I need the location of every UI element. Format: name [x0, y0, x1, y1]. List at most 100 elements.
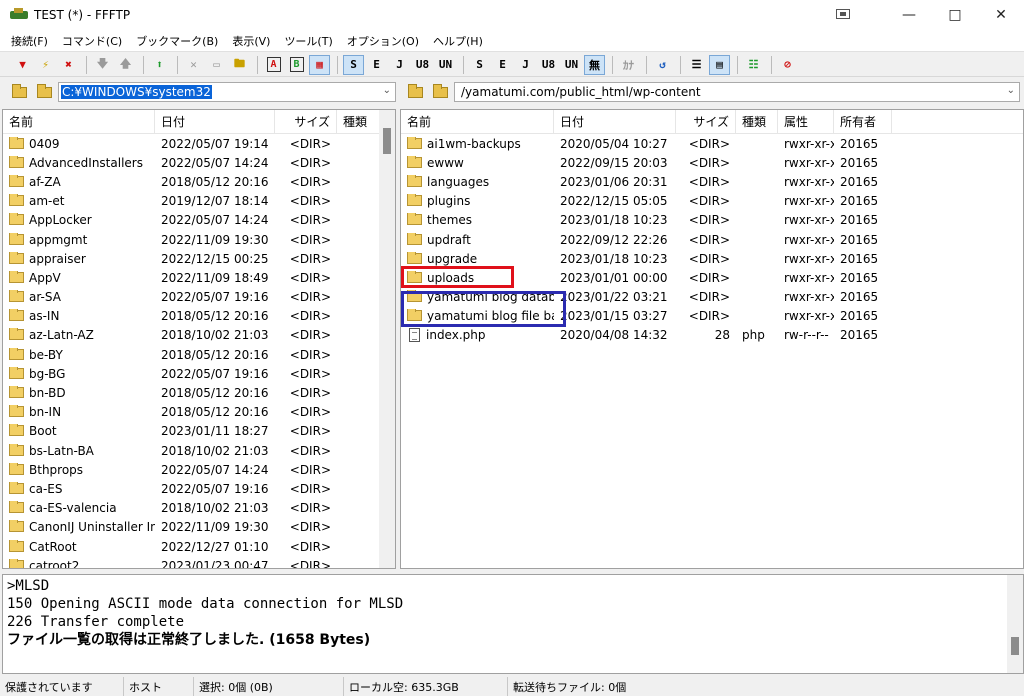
abort-button[interactable]: ⊘: [777, 55, 798, 75]
table-row[interactable]: ai1wm-backups 2020/05/04 10:27 <DIR> rwxr-x…: [401, 134, 1023, 153]
rename-button[interactable]: ▭: [206, 55, 227, 75]
table-row[interactable]: ca-ES-valencia 2018/10/02 21:03 <DIR>: [3, 499, 395, 518]
menu-command[interactable]: コマンド(C): [55, 33, 129, 49]
file-attr-cell: rwxr-xr-x: [784, 194, 834, 209]
host-sjis-button[interactable]: S: [343, 54, 364, 75]
detail-view-button[interactable]: ▤: [709, 54, 730, 75]
table-row[interactable]: plugins 2022/12/15 05:05 <DIR> rwxr-xr-x 201…: [401, 192, 1023, 211]
col-date[interactable]: 日付: [155, 110, 275, 133]
host-euc-button[interactable]: E: [366, 55, 387, 75]
jis-icon: J: [396, 58, 403, 71]
mirror-upload-button[interactable]: ⬆: [149, 55, 170, 75]
sync-button[interactable]: ☷: [743, 55, 764, 75]
disconnect-button[interactable]: ✖: [58, 55, 79, 75]
col-date[interactable]: 日付: [554, 110, 676, 133]
remote-up-button[interactable]: [404, 82, 426, 102]
col-attr[interactable]: 属性: [778, 110, 834, 133]
local-utf8n-button[interactable]: UN: [561, 55, 582, 75]
col-size[interactable]: サイズ: [275, 110, 337, 133]
table-row[interactable]: af-ZA 2018/05/12 20:16 <DIR>: [3, 172, 395, 191]
menu-help[interactable]: ヘルプ(H): [426, 33, 490, 49]
host-utf8n-button[interactable]: UN: [435, 55, 456, 75]
mkdir-button[interactable]: 🖿: [229, 55, 250, 75]
col-name[interactable]: 名前: [401, 110, 554, 133]
scroll-thumb[interactable]: [383, 128, 391, 154]
table-row[interactable]: languages 2023/01/06 20:31 <DIR> rwxr-xr-x 2…: [401, 172, 1023, 191]
table-row[interactable]: CanonIJ Uninstaller Inf... 2022/11/09 19:…: [3, 518, 395, 537]
col-type[interactable]: 種類: [337, 110, 381, 133]
table-row[interactable]: bn-IN 2018/05/12 20:16 <DIR>: [3, 403, 395, 422]
table-row[interactable]: AdvancedInstallers 2022/05/07 14:24 <DIR>: [3, 153, 395, 172]
remote-open-button[interactable]: [429, 82, 451, 102]
tray-icon[interactable]: [836, 9, 850, 19]
maximize-button[interactable]: □: [932, 0, 978, 30]
host-utf8-button[interactable]: U8: [412, 55, 433, 75]
local-up-button[interactable]: [8, 82, 30, 102]
table-row[interactable]: az-Latn-AZ 2018/10/02 21:03 <DIR>: [3, 326, 395, 345]
kana-convert-button[interactable]: ｶﾅ: [618, 55, 639, 75]
table-row[interactable]: 0409 2022/05/07 19:14 <DIR>: [3, 134, 395, 153]
scroll-thumb[interactable]: [1011, 637, 1019, 655]
refresh-button[interactable]: ↺: [652, 55, 673, 75]
minimize-button[interactable]: —: [886, 0, 932, 30]
table-row[interactable]: index.php 2020/04/08 14:32 28 php rw-r--r-- 2…: [401, 326, 1023, 345]
table-row[interactable]: AppV 2022/11/09 18:49 <DIR>: [3, 268, 395, 287]
table-row[interactable]: as-IN 2018/05/12 20:16 <DIR>: [3, 307, 395, 326]
no-convert-button[interactable]: 無: [584, 54, 605, 75]
table-row[interactable]: am-et 2019/12/07 18:14 <DIR>: [3, 192, 395, 211]
table-row[interactable]: CatRoot 2022/12/27 01:10 <DIR>: [3, 537, 395, 556]
ascii-mode-button[interactable]: A: [263, 55, 284, 75]
download-button[interactable]: 🡇: [92, 55, 113, 75]
local-jis-button[interactable]: J: [515, 55, 536, 75]
table-row[interactable]: Boot 2023/01/11 18:27 <DIR>: [3, 422, 395, 441]
local-open-button[interactable]: [33, 82, 55, 102]
log-window[interactable]: >MLSD 150 Opening ASCII mode data connec…: [2, 574, 1024, 674]
host-jis-button[interactable]: J: [389, 55, 410, 75]
connect-button[interactable]: ▼: [12, 55, 33, 75]
table-row[interactable]: ca-ES 2022/05/07 19:16 <DIR>: [3, 479, 395, 498]
local-euc-button[interactable]: E: [492, 55, 513, 75]
file-name: ewww: [427, 155, 464, 170]
table-row[interactable]: AppLocker 2022/05/07 14:24 <DIR>: [3, 211, 395, 230]
menu-tools[interactable]: ツール(T): [277, 33, 339, 49]
menu-view[interactable]: 表示(V): [225, 33, 277, 49]
table-row[interactable]: be-BY 2018/05/12 20:16 <DIR>: [3, 345, 395, 364]
menu-options[interactable]: オプション(O): [340, 33, 426, 49]
local-sjis-button[interactable]: S: [469, 55, 490, 75]
table-row[interactable]: appraiser 2022/12/15 00:25 <DIR>: [3, 249, 395, 268]
table-row[interactable]: bn-BD 2018/05/12 20:16 <DIR>: [3, 383, 395, 402]
chevron-down-icon[interactable]: ⌄: [383, 85, 391, 96]
col-owner[interactable]: 所有者: [834, 110, 892, 133]
file-date-cell: 2020/05/04 10:27: [560, 136, 668, 151]
local-scrollbar[interactable]: [379, 110, 395, 568]
table-row[interactable]: updraft 2022/09/12 22:26 <DIR> rwxr-xr-x 201…: [401, 230, 1023, 249]
local-utf8-button[interactable]: U8: [538, 55, 559, 75]
list-view-button[interactable]: ☰: [686, 55, 707, 75]
table-row[interactable]: ewww 2022/09/15 20:03 <DIR> rwxr-xr-x 20165: [401, 153, 1023, 172]
table-row[interactable]: bs-Latn-BA 2018/10/02 21:03 <DIR>: [3, 441, 395, 460]
close-button[interactable]: ✕: [978, 0, 1024, 30]
upload-button[interactable]: 🡅: [115, 55, 136, 75]
col-name[interactable]: 名前: [3, 110, 155, 133]
auto-mode-button[interactable]: ▦: [309, 54, 330, 75]
table-row[interactable]: ar-SA 2022/05/07 19:16 <DIR>: [3, 288, 395, 307]
table-row[interactable]: Bthprops 2022/05/07 14:24 <DIR>: [3, 460, 395, 479]
table-row[interactable]: appmgmt 2022/11/09 19:30 <DIR>: [3, 230, 395, 249]
chevron-down-icon[interactable]: ⌄: [1007, 85, 1015, 96]
binary-mode-button[interactable]: B: [286, 55, 307, 75]
remote-path-input[interactable]: /yamatumi.com/public_html/wp-content ⌄: [454, 82, 1020, 102]
local-file-list[interactable]: 名前 日付 サイズ 種類 0409 2022/05/07 19:14 <DIR> Ad…: [2, 109, 396, 569]
remote-file-list[interactable]: 名前 日付 サイズ 種類 属性 所有者 ai1wm-backups 2020/05…: [400, 109, 1024, 569]
table-row[interactable]: bg-BG 2022/05/07 19:16 <DIR>: [3, 364, 395, 383]
menu-connect[interactable]: 接続(F): [4, 33, 55, 49]
quick-connect-button[interactable]: ⚡: [35, 55, 56, 75]
table-row[interactable]: catroot2 2023/01/23 00:47 <DIR>: [3, 556, 395, 568]
local-path-input[interactable]: C:¥WINDOWS¥system32 ⌄: [58, 82, 396, 102]
log-scrollbar[interactable]: [1007, 575, 1023, 673]
delete-button[interactable]: ✕: [183, 55, 204, 75]
menu-bookmark[interactable]: ブックマーク(B): [129, 33, 225, 49]
col-type[interactable]: 種類: [736, 110, 778, 133]
col-size[interactable]: サイズ: [676, 110, 736, 133]
file-date-cell: 2018/10/02 21:03: [161, 501, 269, 516]
table-row[interactable]: themes 2023/01/18 10:23 <DIR> rwxr-xr-x 2016…: [401, 211, 1023, 230]
